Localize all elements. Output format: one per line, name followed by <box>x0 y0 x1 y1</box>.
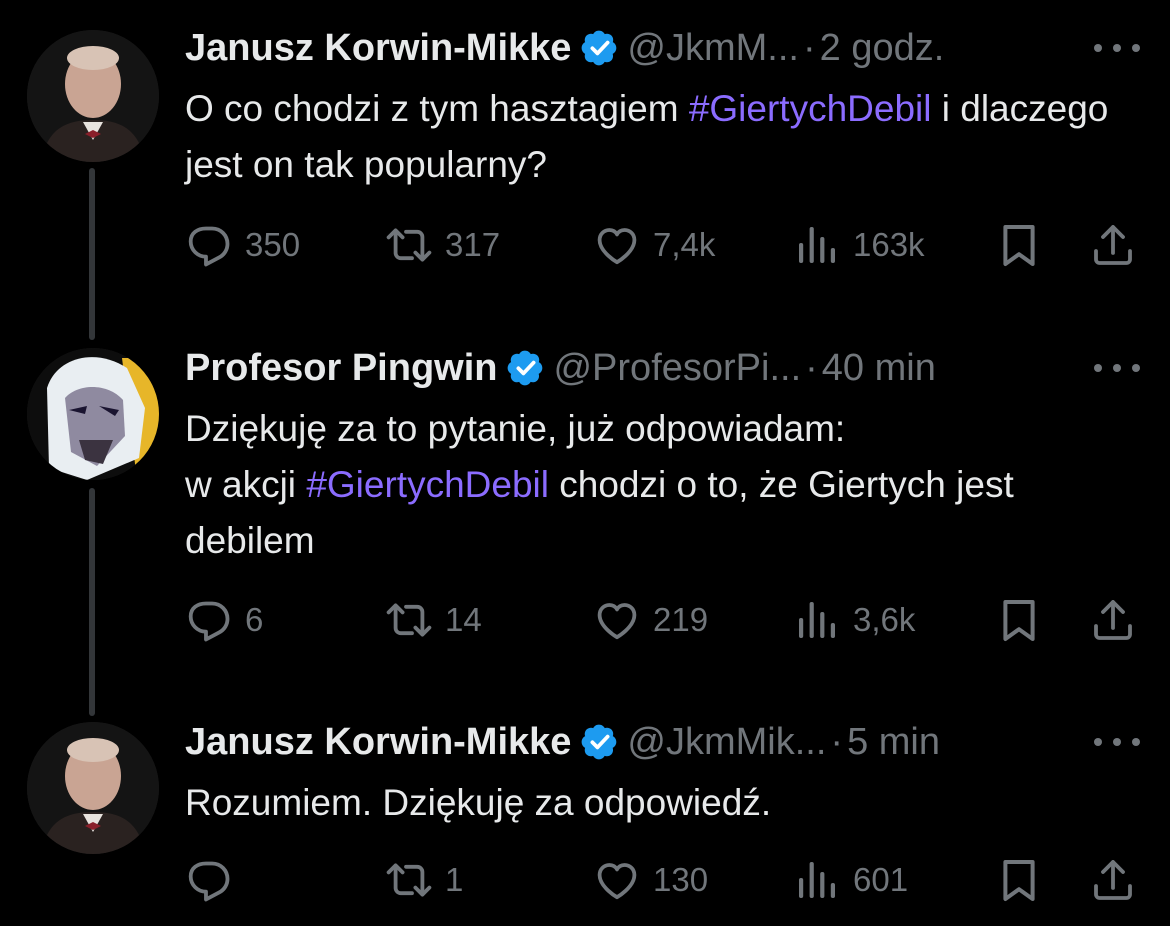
more-icon[interactable] <box>1094 736 1140 748</box>
avatar[interactable] <box>27 348 159 480</box>
bookmark-icon <box>995 856 1043 904</box>
bookmark-button[interactable] <box>995 593 1043 647</box>
tweet-text-part: w akcji <box>185 464 307 505</box>
verified-badge-icon <box>581 723 619 761</box>
retweet-button[interactable]: 1 <box>385 853 463 907</box>
verified-badge-icon <box>581 29 619 67</box>
views-icon <box>793 221 841 269</box>
views-icon <box>793 596 841 644</box>
author-name[interactable]: Janusz Korwin-Mikke <box>185 27 571 70</box>
like-icon <box>593 856 641 904</box>
like-count: 130 <box>653 861 709 898</box>
like-icon <box>593 596 641 644</box>
author-name[interactable]: Janusz Korwin-Mikke <box>185 721 571 764</box>
views-button[interactable]: 601 <box>793 853 908 907</box>
tweet-actions: 1 130 601 <box>185 853 1140 907</box>
thread-line-1 <box>89 168 95 340</box>
tweet-text: Dziękuję za to pytanie, już odpowiadam: … <box>185 401 1135 569</box>
tweet-text-part: O co chodzi z tym hasztagiem <box>185 88 689 129</box>
avatar[interactable] <box>27 722 159 854</box>
reply-icon <box>185 221 233 269</box>
views-button[interactable]: 163k <box>793 218 925 272</box>
views-button[interactable]: 3,6k <box>793 593 915 647</box>
author-name[interactable]: Profesor Pingwin <box>185 347 497 390</box>
avatar[interactable] <box>27 30 159 162</box>
tweet-actions: 6 14 219 3,6k <box>185 593 1140 647</box>
retweet-icon <box>385 221 433 269</box>
tweet-text: O co chodzi z tym hasztagiem #GiertychDe… <box>185 81 1135 193</box>
separator-dot: · <box>802 26 816 69</box>
reply-button[interactable]: 6 <box>185 593 263 647</box>
retweet-count: 14 <box>445 601 482 638</box>
bookmark-icon <box>995 596 1043 644</box>
share-button[interactable] <box>1089 593 1137 647</box>
bookmark-button[interactable] <box>995 218 1043 272</box>
author-handle[interactable]: @JkmMik... <box>627 721 826 764</box>
reply-icon <box>185 856 233 904</box>
tweet-time[interactable]: 5 min <box>847 721 940 764</box>
more-icon[interactable] <box>1094 42 1140 54</box>
share-button[interactable] <box>1089 853 1137 907</box>
verified-badge-icon <box>507 349 545 387</box>
tweet-text-part: Rozumiem. Dziękuję za odpowiedź. <box>185 782 772 823</box>
views-count: 163k <box>853 226 925 263</box>
retweet-count: 317 <box>445 226 501 263</box>
tweet-text-line: Dziękuję za to pytanie, już odpowiadam: <box>185 408 846 449</box>
retweet-icon <box>385 596 433 644</box>
author-handle[interactable]: @JkmM... <box>627 27 799 70</box>
retweet-button[interactable]: 317 <box>385 218 500 272</box>
more-icon[interactable] <box>1094 362 1140 374</box>
author-handle[interactable]: @ProfesorPi... <box>553 347 801 390</box>
views-icon <box>793 856 841 904</box>
reply-button[interactable] <box>185 853 245 907</box>
bookmark-icon <box>995 221 1043 269</box>
reply-count: 350 <box>245 226 301 263</box>
share-button[interactable] <box>1089 218 1137 272</box>
like-count: 219 <box>653 601 709 638</box>
reply-icon <box>185 596 233 644</box>
tweet-time[interactable]: 40 min <box>822 347 936 390</box>
like-button[interactable]: 130 <box>593 853 708 907</box>
tweet-header: Profesor Pingwin @ProfesorPi... · 40 min <box>185 343 936 393</box>
views-count: 601 <box>853 861 909 898</box>
like-button[interactable]: 219 <box>593 593 708 647</box>
reply-count: 6 <box>245 601 264 638</box>
retweet-button[interactable]: 14 <box>385 593 482 647</box>
tweet-text-line: w akcji #GiertychDebil chodzi o to, że G… <box>185 457 1135 569</box>
thread-line-2 <box>89 488 95 716</box>
tweet-text: Rozumiem. Dziękuję za odpowiedź. <box>185 775 1135 831</box>
tweet-time[interactable]: 2 godz. <box>820 27 945 70</box>
views-count: 3,6k <box>853 601 916 638</box>
separator-dot: · <box>830 720 844 763</box>
share-icon <box>1089 856 1137 904</box>
retweet-count: 1 <box>445 861 464 898</box>
share-icon <box>1089 221 1137 269</box>
bookmark-button[interactable] <box>995 853 1043 907</box>
hashtag-link[interactable]: #GiertychDebil <box>689 88 932 129</box>
separator-dot: · <box>805 346 818 389</box>
like-count: 7,4k <box>653 226 716 263</box>
like-button[interactable]: 7,4k <box>593 218 715 272</box>
retweet-icon <box>385 856 433 904</box>
hashtag-link[interactable]: #GiertychDebil <box>306 464 549 505</box>
reply-button[interactable]: 350 <box>185 218 300 272</box>
tweet-actions: 350 317 7,4k 163k <box>185 218 1140 272</box>
tweet-header: Janusz Korwin-Mikke @JkmMik... · 5 min <box>185 717 940 767</box>
share-icon <box>1089 596 1137 644</box>
tweet-header: Janusz Korwin-Mikke @JkmM... · 2 godz. <box>185 23 944 73</box>
like-icon <box>593 221 641 269</box>
